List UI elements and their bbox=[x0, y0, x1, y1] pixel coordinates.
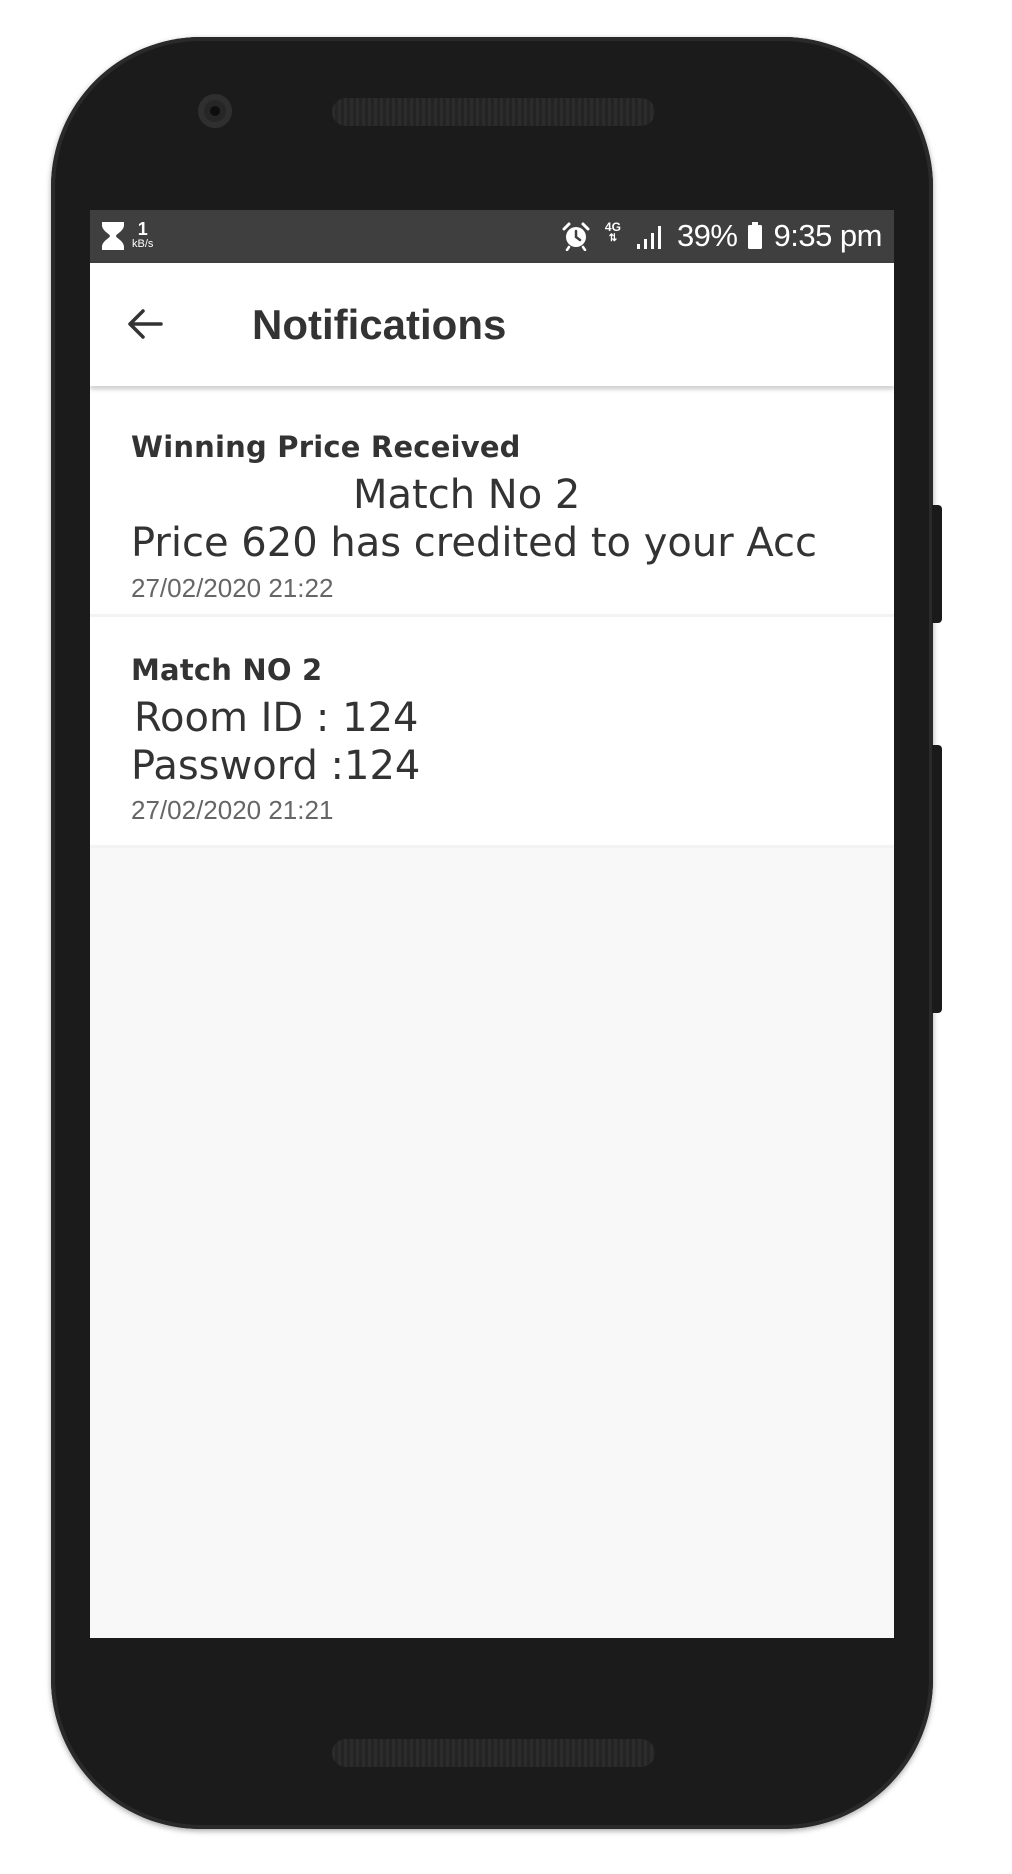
network-4g-icon: 4G ⇅ bbox=[604, 220, 621, 244]
notification-line: Price 620 has credited to your Acc bbox=[131, 520, 818, 566]
screen: 1 kB/s 4G ⇅ 39% 9:35 pm Notifications Wi… bbox=[90, 210, 894, 1638]
front-camera bbox=[198, 94, 232, 128]
bottom-speaker bbox=[332, 1739, 655, 1767]
status-left: 1 kB/s bbox=[100, 220, 153, 252]
network-type: 4G bbox=[604, 220, 621, 234]
power-button bbox=[932, 745, 942, 1013]
arrow-left-icon bbox=[128, 309, 163, 339]
notification-card[interactable]: Match NO 2 Room ID : 124 Password :124 2… bbox=[90, 617, 894, 848]
notification-timestamp: 27/02/2020 21:21 bbox=[131, 795, 334, 825]
notification-timestamp: 27/02/2020 21:22 bbox=[131, 573, 334, 603]
data-speed-value: 1 bbox=[137, 219, 148, 239]
status-clock: 9:35 pm bbox=[773, 218, 882, 253]
signal-icon bbox=[636, 226, 661, 249]
status-right: 4G ⇅ 39% 9:35 pm bbox=[551, 217, 882, 255]
notification-title: Winning Price Received bbox=[131, 430, 521, 464]
notification-title: Match NO 2 bbox=[131, 653, 323, 687]
app-bar: Notifications bbox=[90, 263, 894, 386]
back-button[interactable] bbox=[120, 299, 170, 349]
data-speed-indicator: 1 kB/s bbox=[132, 220, 153, 250]
battery-icon bbox=[748, 222, 763, 249]
notification-line: Room ID : 124 bbox=[134, 695, 419, 741]
volume-button bbox=[932, 505, 942, 623]
earpiece-speaker bbox=[332, 98, 655, 126]
notification-card[interactable]: Winning Price Received Match No 2 Price … bbox=[90, 390, 894, 617]
alarm-icon bbox=[562, 222, 590, 251]
notification-list: Winning Price Received Match No 2 Price … bbox=[90, 390, 894, 848]
battery-percent: 39% bbox=[676, 218, 738, 253]
notification-line: Password :124 bbox=[131, 743, 421, 789]
status-bar: 1 kB/s 4G ⇅ 39% 9:35 pm bbox=[90, 210, 894, 263]
page-title: Notifications bbox=[252, 301, 507, 348]
data-speed-unit: kB/s bbox=[132, 238, 154, 250]
notification-line: Match No 2 bbox=[353, 472, 581, 518]
hourglass-icon bbox=[102, 222, 124, 250]
